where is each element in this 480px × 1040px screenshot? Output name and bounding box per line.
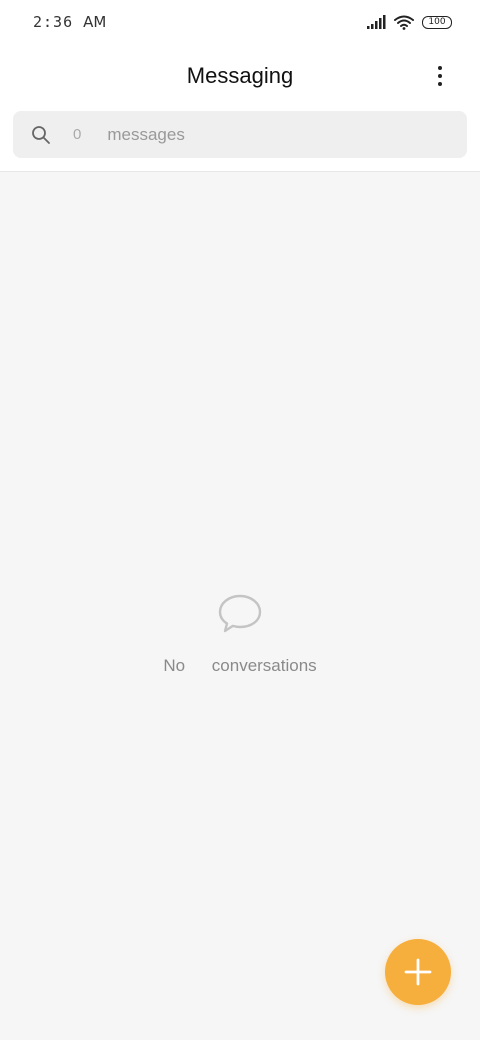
chat-bubble-icon — [218, 594, 262, 633]
search-message-count: 0 — [73, 126, 82, 143]
wifi-icon — [394, 15, 414, 30]
conversation-list: No conversations — [0, 172, 480, 1040]
status-bar: 2:36 AM 100 — [0, 0, 480, 44]
search-placeholder: messages — [107, 124, 185, 144]
status-time-ampm: AM — [83, 13, 107, 31]
app-header: Messaging — [0, 52, 480, 100]
status-time: 2:36 AM — [33, 13, 106, 31]
more-options-button[interactable] — [426, 62, 454, 90]
battery-icon: 100 — [422, 15, 452, 29]
empty-state: No conversations — [0, 592, 480, 676]
battery-level: 100 — [428, 16, 446, 27]
new-message-button[interactable] — [385, 939, 451, 1005]
status-icons: 100 — [367, 15, 452, 30]
empty-state-text: No conversations — [163, 656, 317, 675]
status-time-value: 2:36 — [33, 13, 74, 31]
more-vertical-icon — [438, 66, 442, 70]
page-title: Messaging — [186, 63, 294, 88]
search-input[interactable]: 0 messages — [13, 111, 467, 158]
plus-icon — [404, 958, 432, 986]
search-icon — [32, 125, 50, 144]
signal-icon — [367, 15, 386, 29]
messaging-screen: 2:36 AM 100 Messaging 0 messages No conv… — [0, 0, 480, 1040]
